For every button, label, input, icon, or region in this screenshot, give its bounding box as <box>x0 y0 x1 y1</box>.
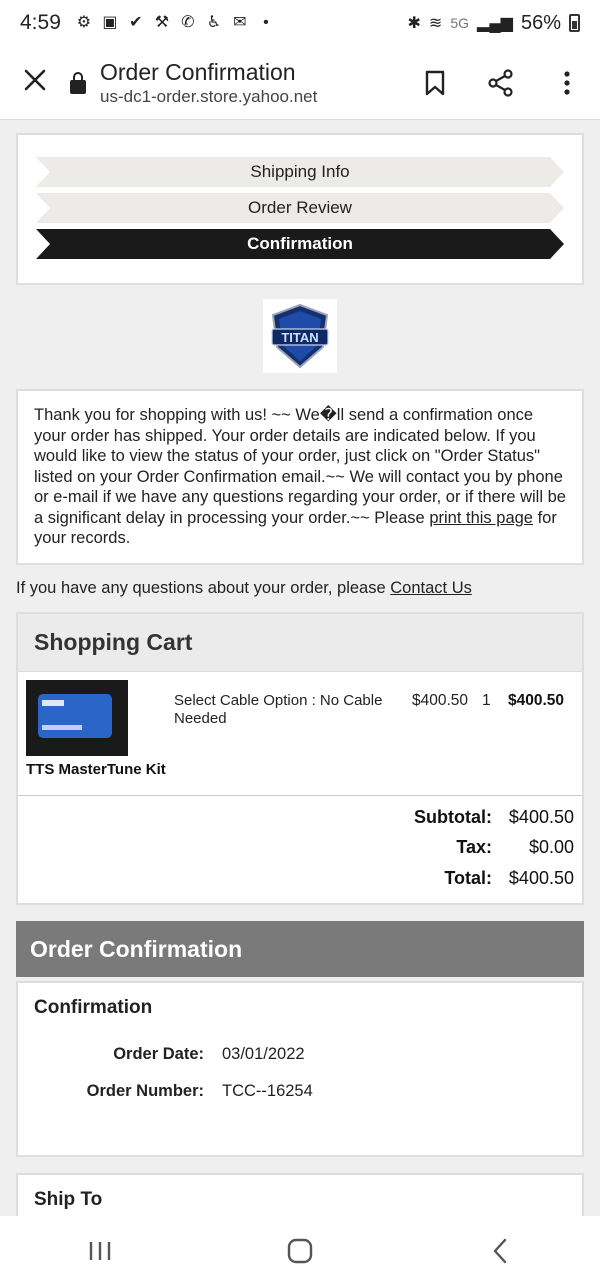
ship-to-title: Ship To <box>34 1189 103 1210</box>
order-date-row: Order Date: 03/01/2022 <box>34 1045 566 1064</box>
more-options-button[interactable] <box>534 70 600 96</box>
step-shipping-info: Shipping Info <box>36 157 564 187</box>
product-price: $400.50 <box>412 691 469 709</box>
step-confirmation: Confirmation <box>36 229 564 259</box>
order-number-label: Order Number: <box>86 1082 204 1100</box>
confirmation-details: Confirmation Order Date: 03/01/2022 Orde… <box>16 981 584 1157</box>
questions-line: If you have any questions about your ord… <box>16 579 584 598</box>
thank-you-message: Thank you for shopping with us! ~~ We�ll… <box>16 389 584 565</box>
step-order-review: Order Review <box>36 193 564 223</box>
logo-text: TITAN <box>281 330 318 345</box>
wifi-icon: ≋ <box>428 15 443 32</box>
lock-icon <box>70 71 86 94</box>
back-icon <box>493 1238 507 1264</box>
back-button[interactable] <box>470 1226 530 1276</box>
mail-icon: ✉ <box>233 14 247 31</box>
recent-apps-icon <box>89 1242 111 1260</box>
close-button[interactable] <box>0 66 70 100</box>
home-button[interactable] <box>270 1226 330 1276</box>
share-button[interactable] <box>468 68 534 97</box>
total-value: $400.50 <box>508 867 574 888</box>
page-url: us-dc1-order.store.yahoo.net <box>100 86 318 106</box>
tax-label: Tax: <box>456 837 492 857</box>
wifi-call-icon: ✆ <box>181 14 195 31</box>
total-row: Total: $400.50 <box>26 863 574 894</box>
cart-item: TTS MasterTune Kit Select Cable Option :… <box>18 672 582 796</box>
status-time: 4:59 <box>20 11 61 34</box>
product-quantity: 1 <box>482 691 491 709</box>
product-option: Select Cable Option : No Cable Needed <box>174 691 383 727</box>
screenshot-icon: ▣ <box>102 14 118 31</box>
cart-totals: Subtotal: $400.50 Tax: $0.00 Total: $400… <box>18 796 582 904</box>
ship-to-section: Ship To <box>16 1173 584 1216</box>
order-date-label: Order Date: <box>113 1045 204 1063</box>
product-image[interactable] <box>26 679 128 756</box>
store-logo: TITAN <box>263 299 337 373</box>
network-type: 5G <box>450 15 470 31</box>
cart-heading: Shopping Cart <box>18 613 582 672</box>
status-bar: 4:59 ⚙ ▣ ✔ ⚒ ✆ ♿ ✉ • ✱ ≋ 5G ▂▄▆ 56% <box>0 0 600 46</box>
total-label: Total: <box>444 867 492 888</box>
subtotal-value: $400.50 <box>508 806 574 827</box>
bluetooth-icon: ✱ <box>407 15 421 32</box>
step-label: Confirmation <box>247 234 353 253</box>
product-total: $400.50 <box>508 691 565 709</box>
share-icon <box>488 68 513 97</box>
close-icon <box>24 69 46 90</box>
bookmark-icon <box>425 70 445 95</box>
page-content: Shipping Info Order Review Confirmation … <box>0 121 600 1216</box>
page-title-area[interactable]: Order Confirmation us-dc1-order.store.ya… <box>100 58 402 108</box>
shopping-cart: Shopping Cart TTS MasterTune Kit Select … <box>16 611 584 905</box>
signal-icon: ▂▄▆ <box>477 15 513 32</box>
tool-icon: ⚒ <box>154 14 170 31</box>
browser-toolbar: Order Confirmation us-dc1-order.store.ya… <box>0 46 600 120</box>
bookmark-button[interactable] <box>402 70 468 96</box>
home-icon <box>287 1238 313 1264</box>
order-number-value: TCC--16254 <box>222 1082 313 1100</box>
checkout-steps: Shipping Info Order Review Confirmation <box>16 133 584 285</box>
questions-text: If you have any questions about your ord… <box>16 578 391 597</box>
tax-value: $0.00 <box>528 837 574 857</box>
print-page-link[interactable]: print this page <box>429 509 533 527</box>
page-title: Order Confirmation <box>100 58 296 85</box>
battery-percent: 56% <box>520 11 561 34</box>
recent-apps-button[interactable] <box>70 1226 130 1276</box>
step-label: Shipping Info <box>250 162 350 181</box>
notification-icons: ⚙ ▣ ✔ ⚒ ✆ ♿ ✉ • <box>75 14 275 32</box>
system-nav-bar <box>0 1216 600 1286</box>
contact-us-link[interactable]: Contact Us <box>390 579 472 597</box>
battery-icon <box>569 14 580 32</box>
order-confirmation-heading: Order Confirmation <box>16 921 584 977</box>
confirmation-title: Confirmation <box>34 997 153 1018</box>
settings-icon: ⚙ <box>76 14 92 31</box>
check-icon: ✔ <box>129 14 143 31</box>
subtotal-label: Subtotal: <box>414 806 492 827</box>
tax-row: Tax: $0.00 <box>26 832 574 863</box>
order-date-value: 03/01/2022 <box>222 1045 305 1063</box>
more-notifications-icon: • <box>263 14 269 31</box>
step-label: Order Review <box>248 198 352 217</box>
more-vertical-icon <box>564 70 570 95</box>
product-name[interactable]: TTS MasterTune Kit <box>26 761 166 778</box>
subtotal-row: Subtotal: $400.50 <box>26 802 574 833</box>
accessibility-icon: ♿ <box>206 14 222 31</box>
order-number-row: Order Number: TCC--16254 <box>34 1082 566 1101</box>
